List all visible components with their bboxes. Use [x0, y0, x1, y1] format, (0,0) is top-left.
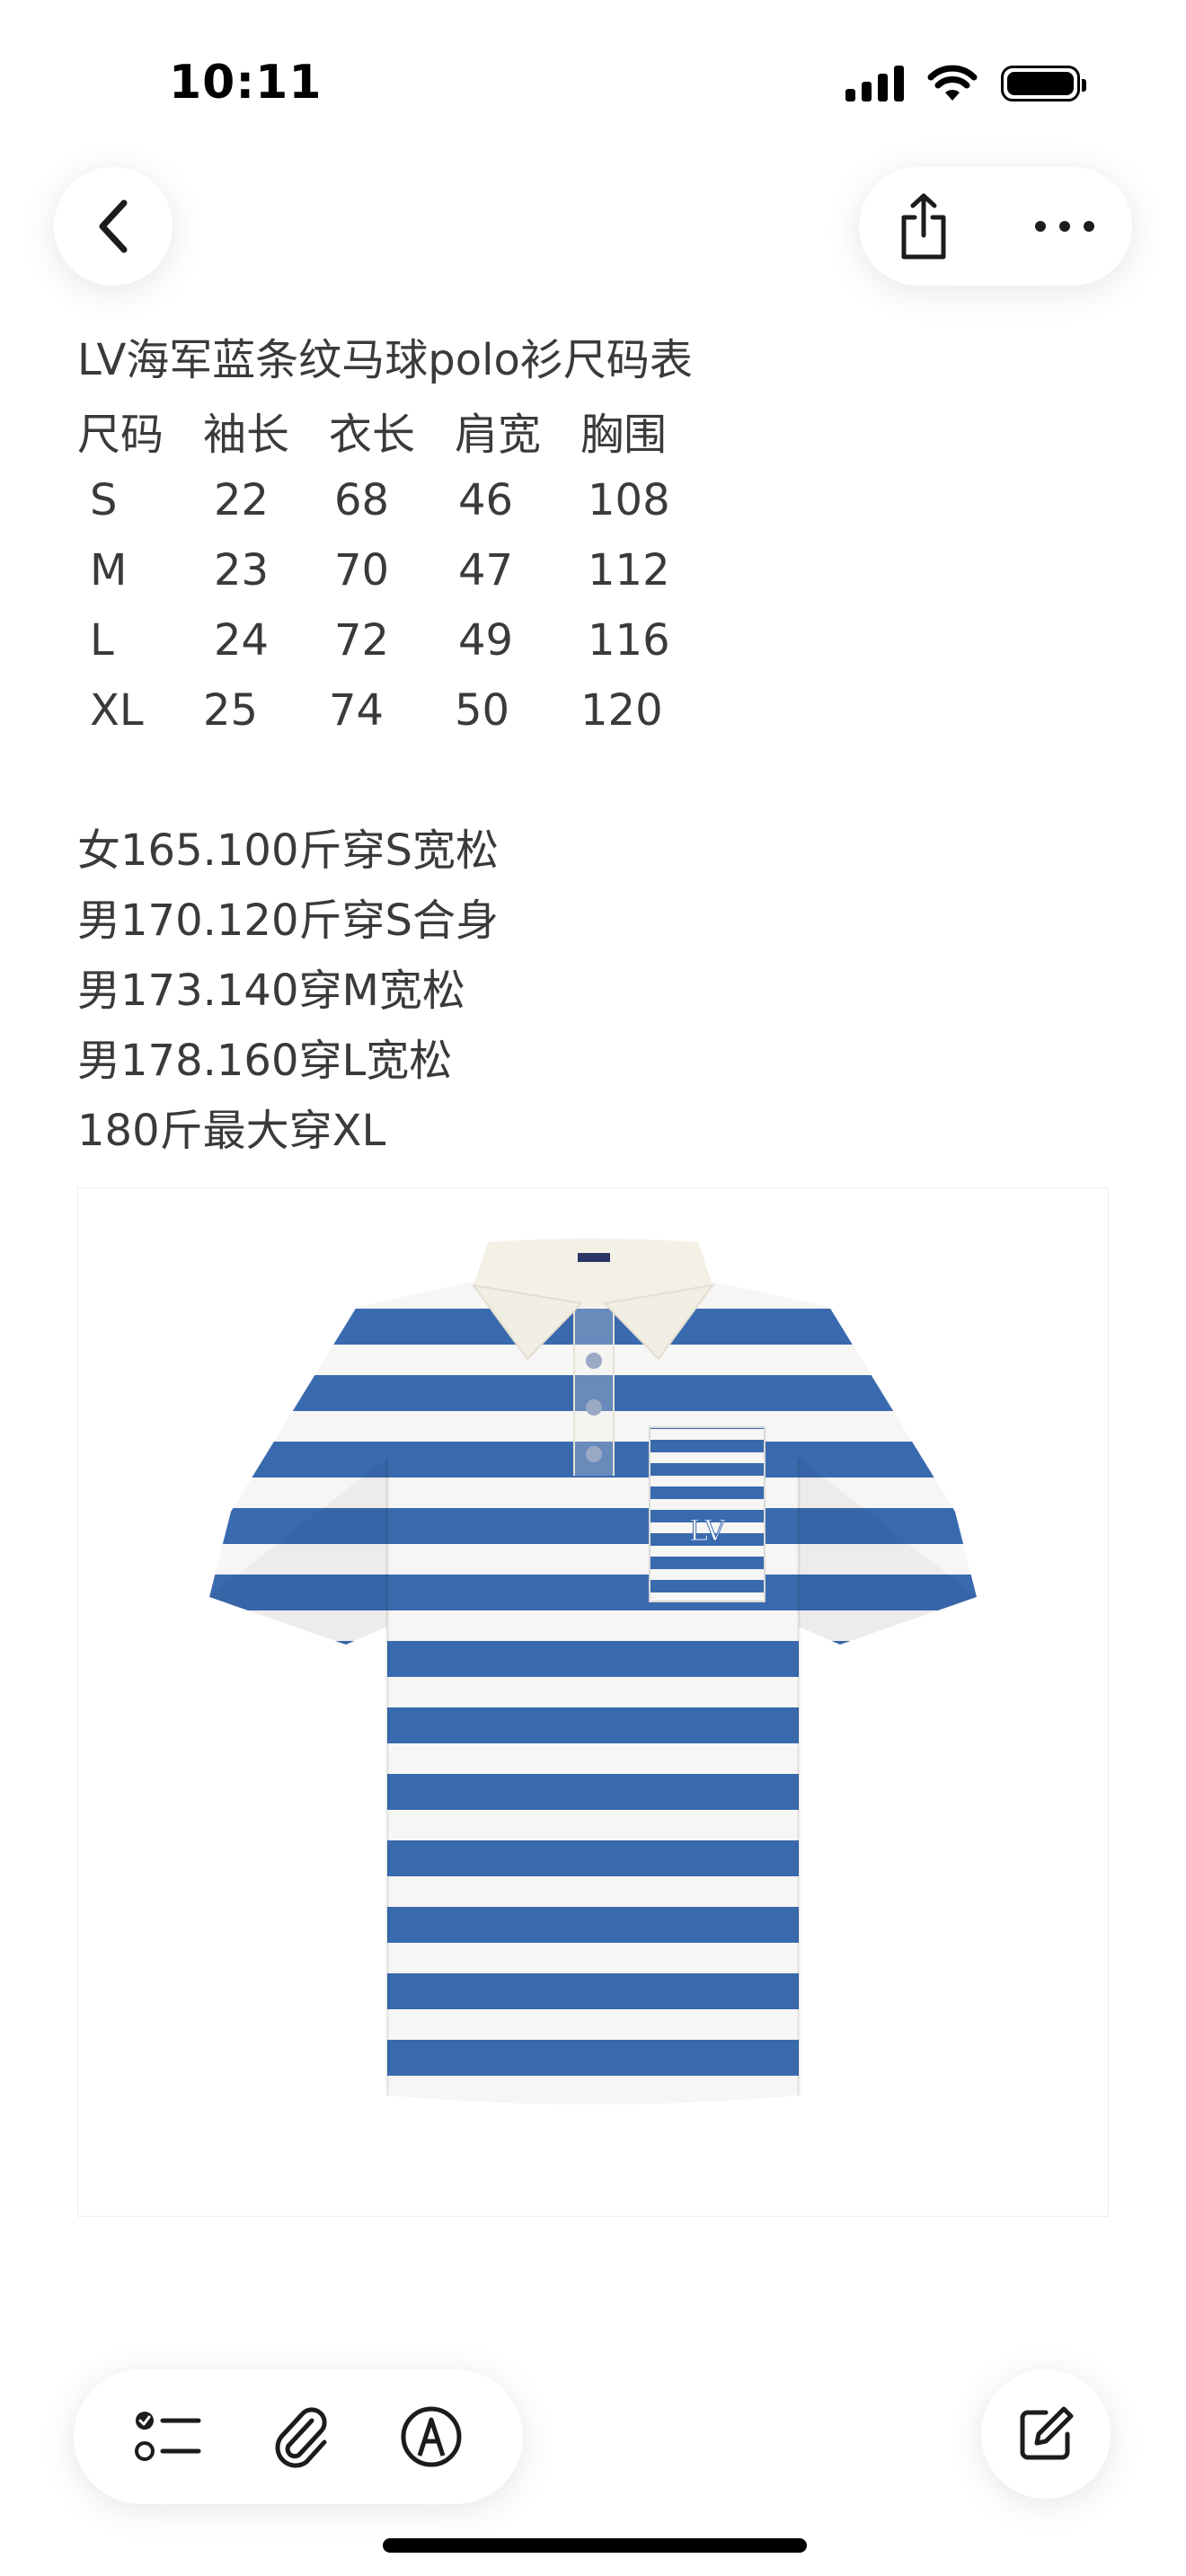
table-cell: 24	[214, 615, 270, 666]
paperclip-icon	[275, 2407, 327, 2468]
table-cell: 23	[214, 545, 270, 595]
table-cell: 68	[334, 475, 390, 525]
fit-note-line: 男173.140穿M宽松	[77, 966, 465, 1016]
table-cell: 50	[455, 685, 510, 736]
size-chart-table: 尺码 袖长 衣长 肩宽 胸围 S 22 68 46 108 M 23 70 47…	[77, 395, 706, 745]
cellular-signal-icon	[845, 66, 904, 101]
table-row: L 24 72 49 116	[77, 605, 706, 675]
note-title: LV海军蓝条纹马球polo衫尺码表	[77, 335, 693, 385]
status-icons	[845, 65, 1086, 102]
battery-icon	[1001, 66, 1086, 101]
table-cell: 72	[334, 615, 390, 666]
fit-note-line: 女165.100斤穿S宽松	[77, 825, 499, 876]
table-cell: 112	[588, 545, 670, 595]
header-chest: 胸围	[580, 410, 668, 460]
notes-screen: 10:11 LV海军蓝条纹马球polo衫尺码表 尺码 袖长 衣长 肩宽 胸围 S…	[0, 0, 1186, 2576]
compose-icon	[1020, 2406, 1074, 2460]
note-body[interactable]: LV海军蓝条纹马球polo衫尺码表 尺码 袖长 衣长 肩宽 胸围 S 22 68…	[77, 325, 1109, 1166]
product-image[interactable]: LV	[77, 1187, 1109, 2217]
status-time: 10:11	[169, 56, 323, 110]
checklist-button[interactable]	[134, 2408, 202, 2466]
markup-pen-icon	[401, 2406, 462, 2467]
home-indicator[interactable]	[383, 2538, 807, 2553]
share-button[interactable]	[895, 192, 952, 260]
table-cell: 108	[588, 475, 670, 525]
table-cell: 116	[588, 615, 670, 666]
wifi-icon	[927, 65, 978, 101]
back-button[interactable]	[54, 167, 173, 286]
table-cell: L	[90, 615, 114, 666]
table-cell: XL	[90, 685, 144, 736]
checklist-icon	[135, 2412, 201, 2461]
fit-note-line: 男170.120斤穿S合身	[77, 895, 499, 946]
table-cell: M	[90, 545, 128, 595]
fit-notes: 女165.100斤穿S宽松 男170.120斤穿S合身 男173.140穿M宽松…	[77, 816, 1109, 1166]
fit-note-line: 男178.160穿L宽松	[77, 1036, 453, 1086]
table-row: M 23 70 47 112	[77, 535, 706, 605]
header-size: 尺码	[77, 410, 164, 460]
table-cell: 25	[203, 685, 259, 736]
header-sleeve: 袖长	[203, 410, 290, 460]
attachment-button[interactable]	[272, 2404, 330, 2469]
header-shoulder: 肩宽	[455, 410, 542, 460]
table-cell: S	[90, 475, 118, 525]
table-cell: 22	[214, 475, 270, 525]
svg-text:LV: LV	[689, 1513, 726, 1548]
table-cell: 46	[458, 475, 514, 525]
table-header-row: 尺码 袖长 衣长 肩宽 胸围	[77, 395, 706, 465]
more-button[interactable]	[1033, 219, 1096, 234]
share-icon	[901, 193, 946, 260]
striped-polo-shirt-image: LV	[209, 1239, 977, 2104]
table-row: XL 25 74 50 120	[77, 675, 706, 745]
compose-button[interactable]	[981, 2369, 1111, 2499]
table-cell: 70	[334, 545, 390, 595]
chevron-left-icon	[99, 199, 128, 253]
fit-note-line: 180斤最大穿XL	[77, 1106, 386, 1156]
table-row: S 22 68 46 108	[77, 465, 706, 535]
header-length: 衣长	[329, 410, 416, 460]
table-cell: 120	[580, 685, 663, 736]
table-cell: 74	[329, 685, 385, 736]
table-cell: 47	[458, 545, 514, 595]
nav-actions	[859, 167, 1132, 286]
markup-button[interactable]	[400, 2405, 463, 2468]
table-cell: 49	[458, 615, 514, 666]
ellipsis-icon	[1035, 221, 1094, 232]
bottom-toolbar	[74, 2369, 523, 2504]
